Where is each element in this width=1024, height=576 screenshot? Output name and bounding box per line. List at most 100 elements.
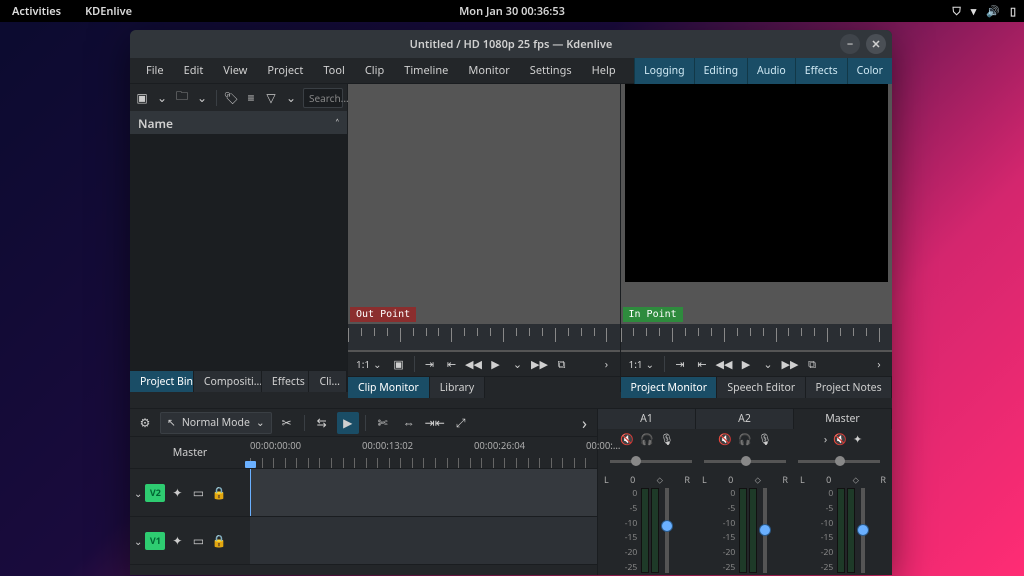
filter-icon[interactable]: ▽ — [263, 89, 279, 107]
workspace-editing[interactable]: Editing — [694, 58, 747, 84]
menu-settings[interactable]: Settings — [520, 58, 582, 83]
menu-tool[interactable]: Tool — [313, 58, 355, 83]
delete-icon[interactable]: ⌄ — [194, 89, 210, 107]
app-indicator[interactable]: KDEnlive — [85, 4, 132, 19]
more-icon[interactable]: › — [598, 355, 616, 373]
bin-content-area[interactable] — [130, 134, 347, 370]
network-icon[interactable]: ▾ — [971, 4, 977, 19]
mark-in-icon[interactable]: ⇥ — [671, 355, 689, 373]
balance-slider-a2[interactable] — [704, 460, 786, 463]
mark-in-icon[interactable]: ⇥ — [421, 355, 439, 373]
battery-icon[interactable]: ▯ — [1010, 4, 1016, 19]
mixer-tab-master[interactable]: Master — [794, 409, 892, 429]
workspace-logging[interactable]: Logging — [634, 58, 693, 84]
scissors-icon[interactable]: ✂ — [276, 412, 298, 434]
mixer-tab-a2[interactable]: A2 — [696, 409, 794, 429]
solo-icon[interactable]: 🎧 — [640, 432, 654, 447]
zoom-ratio-dropdown[interactable]: 1:1 ⌄ — [625, 357, 659, 371]
play-icon[interactable]: ▶ — [737, 355, 755, 373]
clock[interactable]: Mon Jan 30 00:36:53 — [459, 4, 565, 19]
balance-slider-master[interactable] — [798, 460, 880, 463]
tab-project-bin[interactable]: Project Bin — [130, 371, 194, 392]
folder-icon[interactable]: 🗀 — [174, 89, 190, 107]
solo-icon[interactable]: 🎧 — [738, 432, 752, 447]
tab-cli-[interactable]: Cli... — [309, 371, 347, 392]
edit-mode-dropdown[interactable]: ↖ Normal Mode ⌄ — [160, 412, 272, 434]
balance-slider-a1[interactable] — [610, 460, 692, 463]
expand-icon[interactable]: › — [582, 412, 593, 434]
edit-mode-icon[interactable]: ⧉ — [553, 355, 571, 373]
track-lane[interactable] — [250, 517, 597, 564]
volume-icon[interactable]: 🔊 — [986, 4, 1000, 19]
rec-icon[interactable]: 🎙 — [758, 432, 772, 447]
list-icon[interactable]: ≡ — [243, 89, 259, 107]
volume-fader[interactable] — [665, 488, 669, 573]
menu-clip[interactable]: Clip — [355, 58, 394, 83]
activities-button[interactable]: Activities — [12, 4, 61, 19]
tab-effects[interactable]: Effects — [262, 371, 310, 392]
forward-icon[interactable]: ▶▶ — [781, 355, 799, 373]
project-monitor-viewport[interactable] — [625, 84, 889, 282]
spacer-icon[interactable]: ⇔ — [398, 412, 420, 434]
snap-icon[interactable]: ⇥⇤ — [424, 412, 446, 434]
frame-icon[interactable]: ▣ — [390, 355, 408, 373]
master-label[interactable]: Master — [130, 437, 250, 468]
track-label[interactable]: V1 — [145, 532, 165, 550]
add-clip-icon[interactable]: ▣ — [134, 89, 150, 107]
fx-icon[interactable]: ✦ — [853, 432, 862, 447]
clip-monitor-ruler[interactable] — [348, 324, 620, 350]
tab-library[interactable]: Library — [430, 377, 485, 398]
fit-icon[interactable]: ⤢ — [450, 412, 472, 434]
collapse-icon[interactable]: ⌄ — [134, 486, 142, 500]
play-dropdown-icon[interactable]: ⌄ — [759, 355, 777, 373]
mark-out-icon[interactable]: ⇤ — [443, 355, 461, 373]
menu-file[interactable]: File — [136, 58, 174, 83]
play-tool-icon[interactable]: ▶ — [337, 412, 359, 434]
lock-icon[interactable]: 🔒 — [210, 532, 228, 550]
rewind-icon[interactable]: ◀◀ — [465, 355, 483, 373]
timeline-ruler[interactable]: Master 00:00:00:0000:00:13:0200:00:26:04… — [130, 437, 597, 469]
play-icon[interactable]: ▶ — [487, 355, 505, 373]
titlebar[interactable]: Untitled / HD 1080p 25 fps — Kdenlive − … — [130, 30, 892, 58]
track-lane[interactable] — [250, 469, 597, 516]
play-dropdown-icon[interactable]: ⌄ — [509, 355, 527, 373]
tab-compositi-[interactable]: Compositi... — [194, 371, 262, 392]
mute-icon[interactable]: 🔇 — [620, 432, 634, 447]
fx-icon[interactable]: ✦ — [168, 484, 186, 502]
tab-clip-monitor[interactable]: Clip Monitor — [348, 377, 430, 398]
project-monitor-ruler[interactable] — [621, 324, 893, 350]
add-dropdown-icon[interactable]: ⌄ — [154, 89, 170, 107]
tab-project-notes[interactable]: Project Notes — [806, 377, 892, 398]
fx-icon[interactable]: ✦ — [168, 532, 186, 550]
rec-icon[interactable]: 🎙 — [660, 432, 674, 447]
mute-icon[interactable]: 🔇 — [718, 432, 732, 447]
expand-icon[interactable]: › — [824, 432, 827, 447]
mixer-tab-a1[interactable]: A1 — [598, 409, 696, 429]
menu-project[interactable]: Project — [257, 58, 313, 83]
visibility-icon[interactable]: ▭ — [189, 532, 207, 550]
rewind-icon[interactable]: ◀◀ — [715, 355, 733, 373]
mark-out-icon[interactable]: ⇤ — [693, 355, 711, 373]
settings-icon[interactable]: ⚙ — [134, 412, 156, 434]
search-input[interactable]: Search... — [303, 88, 343, 108]
lock-icon[interactable]: 🔒 — [210, 484, 228, 502]
close-button[interactable]: ✕ — [866, 34, 886, 54]
menu-edit[interactable]: Edit — [174, 58, 214, 83]
volume-fader[interactable] — [763, 488, 767, 573]
visibility-icon[interactable]: ▭ — [189, 484, 207, 502]
minimize-button[interactable]: − — [840, 34, 860, 54]
sort-icon[interactable]: ˄ — [336, 115, 339, 132]
shield-icon[interactable]: ⛉ — [952, 4, 960, 19]
workspace-color[interactable]: Color — [847, 58, 892, 84]
tab-project-monitor[interactable]: Project Monitor — [621, 377, 718, 398]
filter-dropdown-icon[interactable]: ⌄ — [283, 89, 299, 107]
menu-view[interactable]: View — [213, 58, 257, 83]
edit-mode-icon[interactable]: ⧉ — [803, 355, 821, 373]
volume-fader[interactable] — [861, 488, 865, 573]
track-label[interactable]: V2 — [145, 484, 165, 502]
bin-column-header[interactable]: Name ˄ — [130, 112, 347, 134]
zoom-ratio-dropdown[interactable]: 1:1 ⌄ — [352, 357, 386, 371]
forward-icon[interactable]: ▶▶ — [531, 355, 549, 373]
track-tool-icon[interactable]: ⇆ — [311, 412, 333, 434]
playhead[interactable] — [250, 469, 251, 516]
